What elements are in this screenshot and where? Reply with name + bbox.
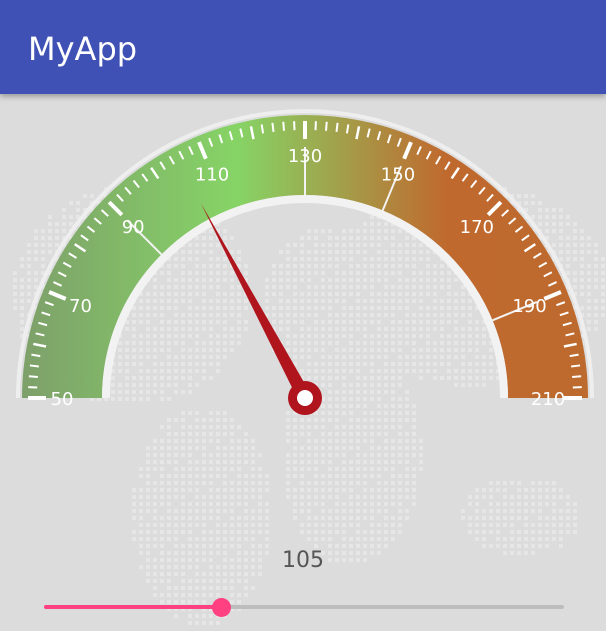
gauge-label: 190 bbox=[512, 296, 546, 317]
gauge-tick bbox=[31, 353, 41, 358]
gauge-tick bbox=[282, 121, 285, 131]
gauge-label: 110 bbox=[195, 164, 229, 185]
gauge-tick bbox=[335, 122, 339, 132]
gauge-tick bbox=[29, 364, 39, 368]
gauge-tick bbox=[271, 122, 275, 132]
gauge-tick bbox=[345, 124, 350, 134]
gauge-label: 170 bbox=[460, 217, 494, 238]
gauge-label: 210 bbox=[531, 389, 565, 410]
slider-thumb[interactable] bbox=[211, 598, 231, 617]
app-title: MyApp bbox=[28, 30, 138, 68]
gauge-label: 130 bbox=[288, 146, 322, 167]
gauge-tick bbox=[325, 121, 328, 131]
gauge-needle bbox=[200, 203, 312, 402]
gauge-needle-hub-center bbox=[297, 390, 313, 406]
gauge-tick bbox=[260, 124, 265, 134]
speed-slider[interactable] bbox=[44, 598, 564, 617]
slider-fill bbox=[44, 605, 221, 609]
gauge-tick bbox=[569, 353, 579, 358]
gauge-tick bbox=[572, 375, 582, 378]
gauge-label: 150 bbox=[381, 164, 415, 185]
app-bar: MyApp bbox=[0, 0, 606, 94]
gauge-label: 90 bbox=[122, 217, 145, 238]
speed-value-label: 105 bbox=[282, 548, 324, 573]
content-area: 50 70 90 110 130 150 170 190 210 105 bbox=[0, 94, 606, 631]
gauge-label: 50 bbox=[51, 389, 74, 410]
gauge-label: 70 bbox=[69, 296, 92, 317]
gauge-tick bbox=[28, 375, 38, 378]
gauge-tick bbox=[571, 364, 581, 368]
